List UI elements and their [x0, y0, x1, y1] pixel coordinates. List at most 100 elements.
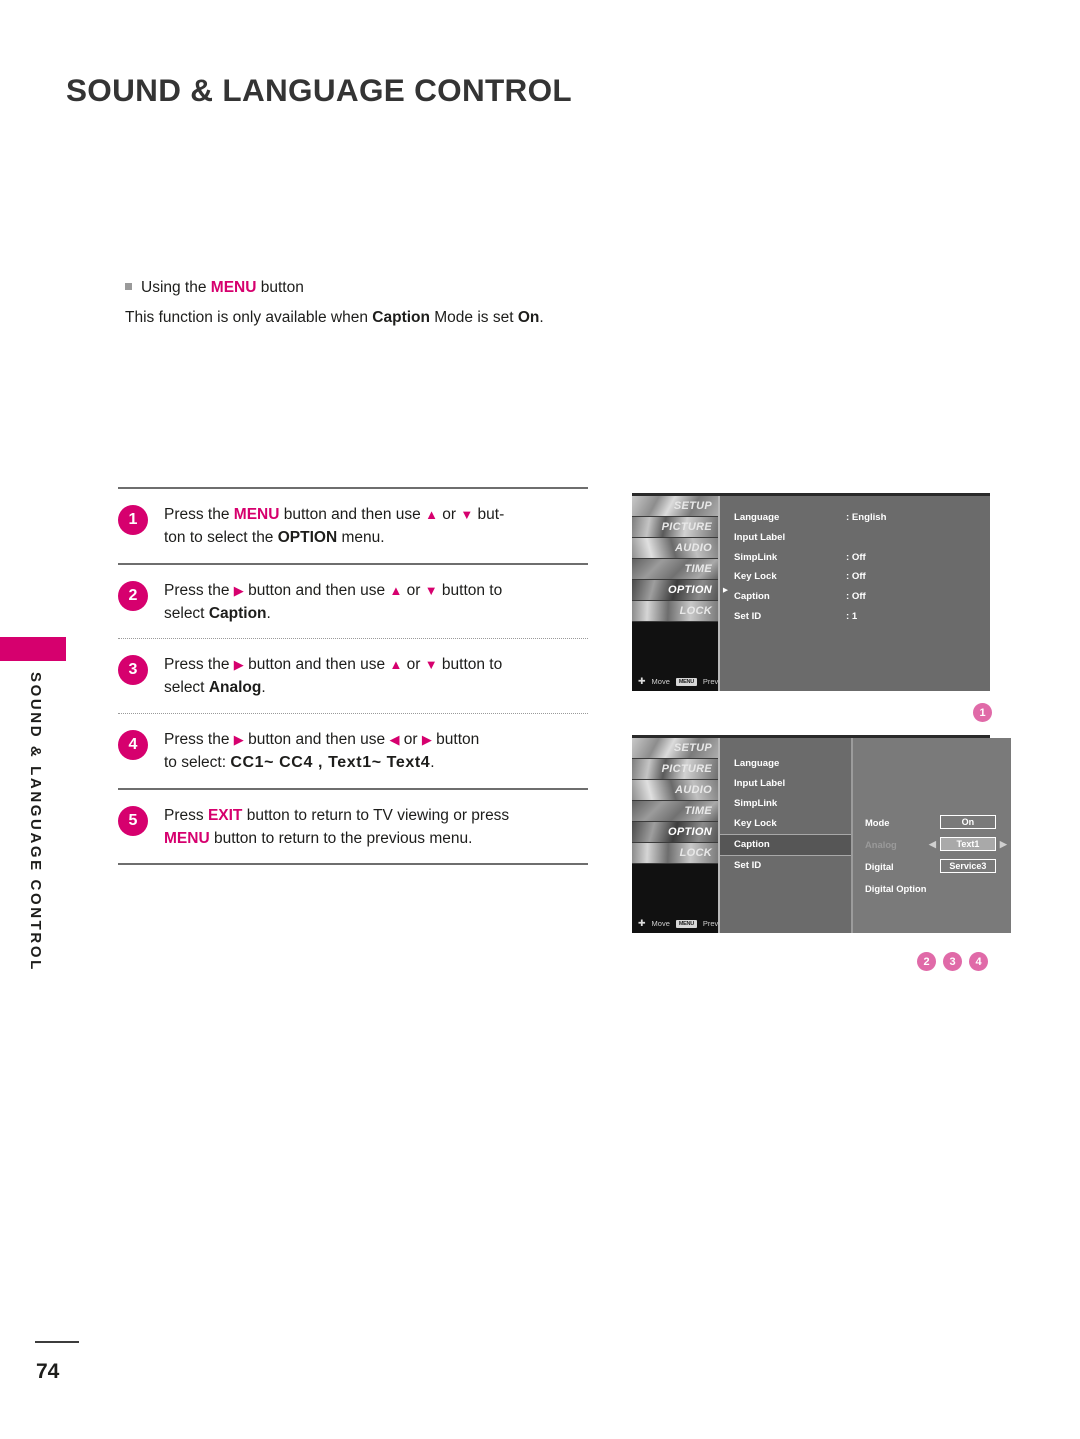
step-text-5: Press EXIT button to return to TV viewin… — [164, 806, 510, 847]
osd2-row-digital-option: Digital Option — [865, 878, 1011, 898]
osd2-detail-pane: Mode ◀ On ▶ Analog ◀ Text1 ▶ Digital ◀ S… — [853, 738, 1011, 933]
step-badge-5: 5 — [118, 805, 148, 836]
osd2-body: Language Input Label SimpLink Key Lock Capti… — [720, 738, 1011, 933]
osd1-row-value: : English — [846, 512, 887, 523]
osd1-row-key: Language — [734, 512, 780, 523]
step-row-4: 4 Press the ▶ button and then use ◀ or ▶ … — [118, 714, 588, 788]
osd1-statusbar: ✚ Move MENU Prev — [632, 676, 719, 687]
osd1-body: Language : English Input Label SimpLink : Of… — [720, 496, 990, 691]
side-tab-label: SOUND & LANGUAGE CONTROL — [27, 672, 44, 972]
footer-rule — [35, 1341, 79, 1343]
osd2-mode-label: Mode — [865, 816, 890, 828]
osd2-status-move: Move — [651, 919, 670, 928]
osd2-row-mode: Mode ◀ On ▶ — [865, 812, 1011, 832]
osd-tab-lock[interactable]: LOCK — [632, 843, 718, 864]
intro-block: Using the MENU button This function is o… — [125, 279, 645, 327]
intro-line-1: Using the MENU button — [125, 279, 645, 297]
osd-tab-audio[interactable]: AUDIO — [632, 780, 718, 801]
osd2-list-item-language[interactable]: Language — [720, 754, 851, 774]
step-badge-3: 3 — [118, 655, 148, 685]
osd1-sidebar: SETUPPICTUREAUDIOTIMEOPTIONLOCK ✚ Move M… — [632, 496, 720, 691]
page-title: SOUND & LANGUAGE CONTROL — [66, 72, 572, 108]
osd-tab-time[interactable]: TIME — [632, 801, 718, 822]
osd1-row-value: : Off — [846, 551, 866, 563]
step-badge-2: 2 — [118, 580, 148, 611]
osd-screenshot-caption-detail: SETUP PICTURE AUDIO TIME OPTION LOCK ✚ Move M… — [632, 735, 1011, 933]
osd2-digital-label: Digital — [865, 860, 894, 872]
osd-tab-audio[interactable]: AUDIO — [632, 538, 718, 559]
osd-tab-time[interactable]: TIME — [632, 559, 718, 580]
callout-badge-4: 4 — [969, 952, 988, 971]
osd1-row[interactable]: Key Lock : Off — [734, 571, 990, 591]
osd-tab-setup[interactable]: SETUP — [632, 496, 718, 517]
osd1-row-value: : Off — [846, 571, 866, 583]
step-badge-1: 1 — [118, 505, 148, 535]
osd2-list-item-simplink[interactable]: SimpLink — [720, 794, 851, 814]
osd-screenshot-option-menu: SETUPPICTUREAUDIOTIMEOPTIONLOCK ✚ Move M… — [632, 493, 990, 691]
osd1-row-key: Key Lock — [734, 571, 777, 583]
osd1-row-key: SimpLink — [734, 551, 778, 563]
steps-list: 1 Press the MENU button and then use ▲ or… — [118, 487, 588, 866]
osd2-item-list: Language Input Label SimpLink Key Lock Capti… — [720, 738, 853, 933]
osd2-list-item-input-label[interactable]: Input Label — [720, 774, 851, 794]
menu-key-icon: MENU — [675, 677, 697, 686]
osd2-row-digital: Digital ◀ Service3 ▶ — [865, 856, 1011, 876]
osd1-row[interactable]: Input Label — [734, 532, 990, 552]
osd1-row-key: Set ID — [734, 610, 762, 622]
callout-badge-1: 1 — [973, 703, 992, 722]
manual-page: SOUND & LANGUAGE CONTROL Using the MENU … — [0, 0, 1080, 1439]
left-arrow-icon: ◀ — [929, 838, 936, 849]
osd2-mode-value: On — [939, 815, 996, 829]
on-keyword: On — [517, 309, 540, 326]
step-row-5: 5 Press EXIT button to return to TV viewi… — [118, 790, 588, 864]
osd2-list-item-caption[interactable]: Caption — [720, 834, 851, 856]
page-number: 74 — [36, 1360, 60, 1383]
osd-tab-lock[interactable]: LOCK — [632, 601, 718, 622]
osd2-statusbar: ✚ Move MENU Prev — [632, 918, 719, 929]
osd1-row-value: : Off — [846, 591, 866, 603]
osd-tab-option[interactable]: OPTION — [632, 822, 718, 843]
callout-badge-3: 3 — [943, 952, 962, 971]
step-text-2: Press the ▶ button and then use ▲ or ▼ b… — [164, 581, 503, 622]
osd1-row-value: : 1 — [846, 610, 858, 622]
step-row-2: 2 Press the ▶ button and then use ▲ or ▼ … — [118, 565, 588, 639]
osd1-row[interactable]: Set ID : 1 — [734, 611, 990, 631]
osd2-list-item-key-lock[interactable]: Key Lock — [720, 814, 851, 834]
step-text-1: Press the MENU button and then use ▲ or … — [164, 506, 505, 547]
osd1-row[interactable]: Caption : Off — [734, 591, 990, 611]
step-row-1: 1 Press the MENU button and then use ▲ or… — [118, 489, 588, 563]
osd1-row-key: Input Label — [734, 531, 786, 543]
osd2-row-analog: Analog ◀ Text1 ▶ — [865, 834, 1011, 854]
dpad-icon: ✚ — [638, 918, 646, 928]
intro-line-2: This function is only available when Cap… — [125, 309, 544, 326]
osd2-list-item-set-id[interactable]: Set ID — [720, 856, 851, 876]
osd-tab-setup[interactable]: SETUP — [632, 738, 718, 759]
osd1-status-prev: Prev — [702, 677, 719, 686]
osd-tab-option[interactable]: OPTION — [632, 580, 718, 601]
osd1-status-move: Move — [651, 677, 670, 686]
square-bullet-icon — [125, 283, 132, 290]
step-badge-4: 4 — [118, 729, 148, 760]
osd2-sidebar: SETUP PICTURE AUDIO TIME OPTION LOCK ✚ Move M… — [632, 738, 720, 933]
osd1-row[interactable]: Language : English — [734, 512, 990, 532]
dpad-icon: ✚ — [638, 676, 646, 686]
menu-keyword: MENU — [210, 279, 257, 296]
osd2-analog-label: Analog — [865, 838, 897, 850]
right-arrow-icon: ▶ — [999, 838, 1007, 849]
osd1-item-list: Language : English Input Label SimpLink : Of… — [720, 496, 990, 691]
osd-tab-picture[interactable]: PICTURE — [632, 517, 718, 538]
osd2-status-prev: Prev — [702, 919, 719, 928]
menu-key-icon: MENU — [675, 919, 697, 928]
osd2-analog-value: Text1 — [939, 837, 996, 851]
osd-tab-picture[interactable]: PICTURE — [632, 759, 718, 780]
step-text-3: Press the ▶ button and then use ▲ or ▼ b… — [164, 656, 503, 697]
side-tab-marker — [0, 637, 66, 661]
caption-keyword: Caption — [372, 309, 430, 326]
osd1-row[interactable]: SimpLink : Off — [734, 552, 990, 572]
rule-solid-5 — [118, 863, 588, 866]
step-row-3: 3 Press the ▶ button and then use ▲ or ▼ … — [118, 639, 588, 713]
intro-line1-text: Using the MENU button — [141, 279, 304, 296]
osd1-row-key: Caption — [734, 591, 770, 603]
osd2-digital-option-label: Digital Option — [865, 882, 927, 894]
osd2-digital-value: Service3 — [939, 859, 996, 873]
